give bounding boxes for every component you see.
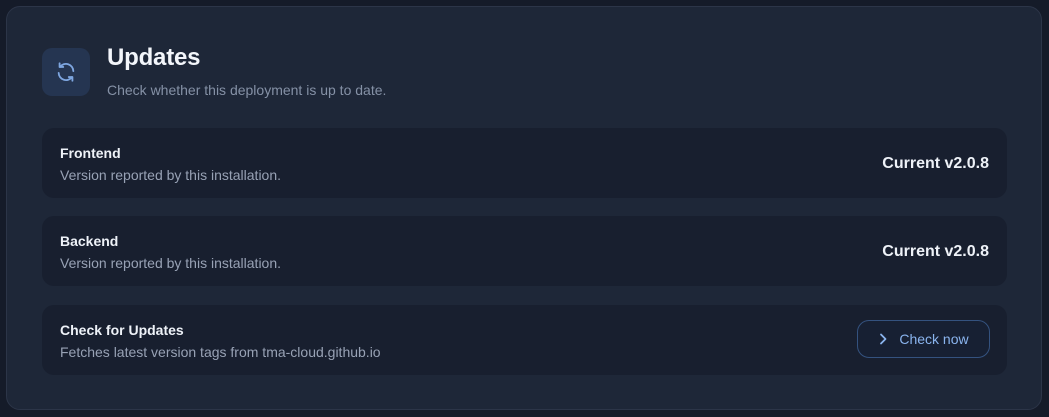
check-updates-row: Check for Updates Fetches latest version…: [42, 305, 1007, 375]
page-subtitle: Check whether this deployment is up to d…: [107, 82, 387, 98]
updates-card: Updates Check whether this deployment is…: [6, 6, 1042, 410]
row-title: Check for Updates: [60, 322, 184, 338]
frontend-version-row: Frontend Version reported by this instal…: [42, 128, 1007, 198]
check-now-label: Check now: [899, 331, 969, 347]
row-title: Frontend: [60, 145, 121, 161]
row-description: Version reported by this installation.: [60, 167, 282, 183]
frontend-version-value: Current v2.0.8: [882, 155, 989, 172]
page-title: Updates: [107, 44, 201, 71]
check-now-button[interactable]: Check now: [857, 320, 990, 358]
row-description: Fetches latest version tags from tma-clo…: [60, 344, 381, 360]
row-title: Backend: [60, 233, 119, 249]
backend-version-row: Backend Version reported by this install…: [42, 216, 1007, 286]
chevron-right-icon: [878, 333, 888, 345]
refresh-icon: [42, 48, 90, 96]
row-description: Version reported by this installation.: [60, 255, 282, 271]
backend-version-value: Current v2.0.8: [882, 243, 989, 260]
